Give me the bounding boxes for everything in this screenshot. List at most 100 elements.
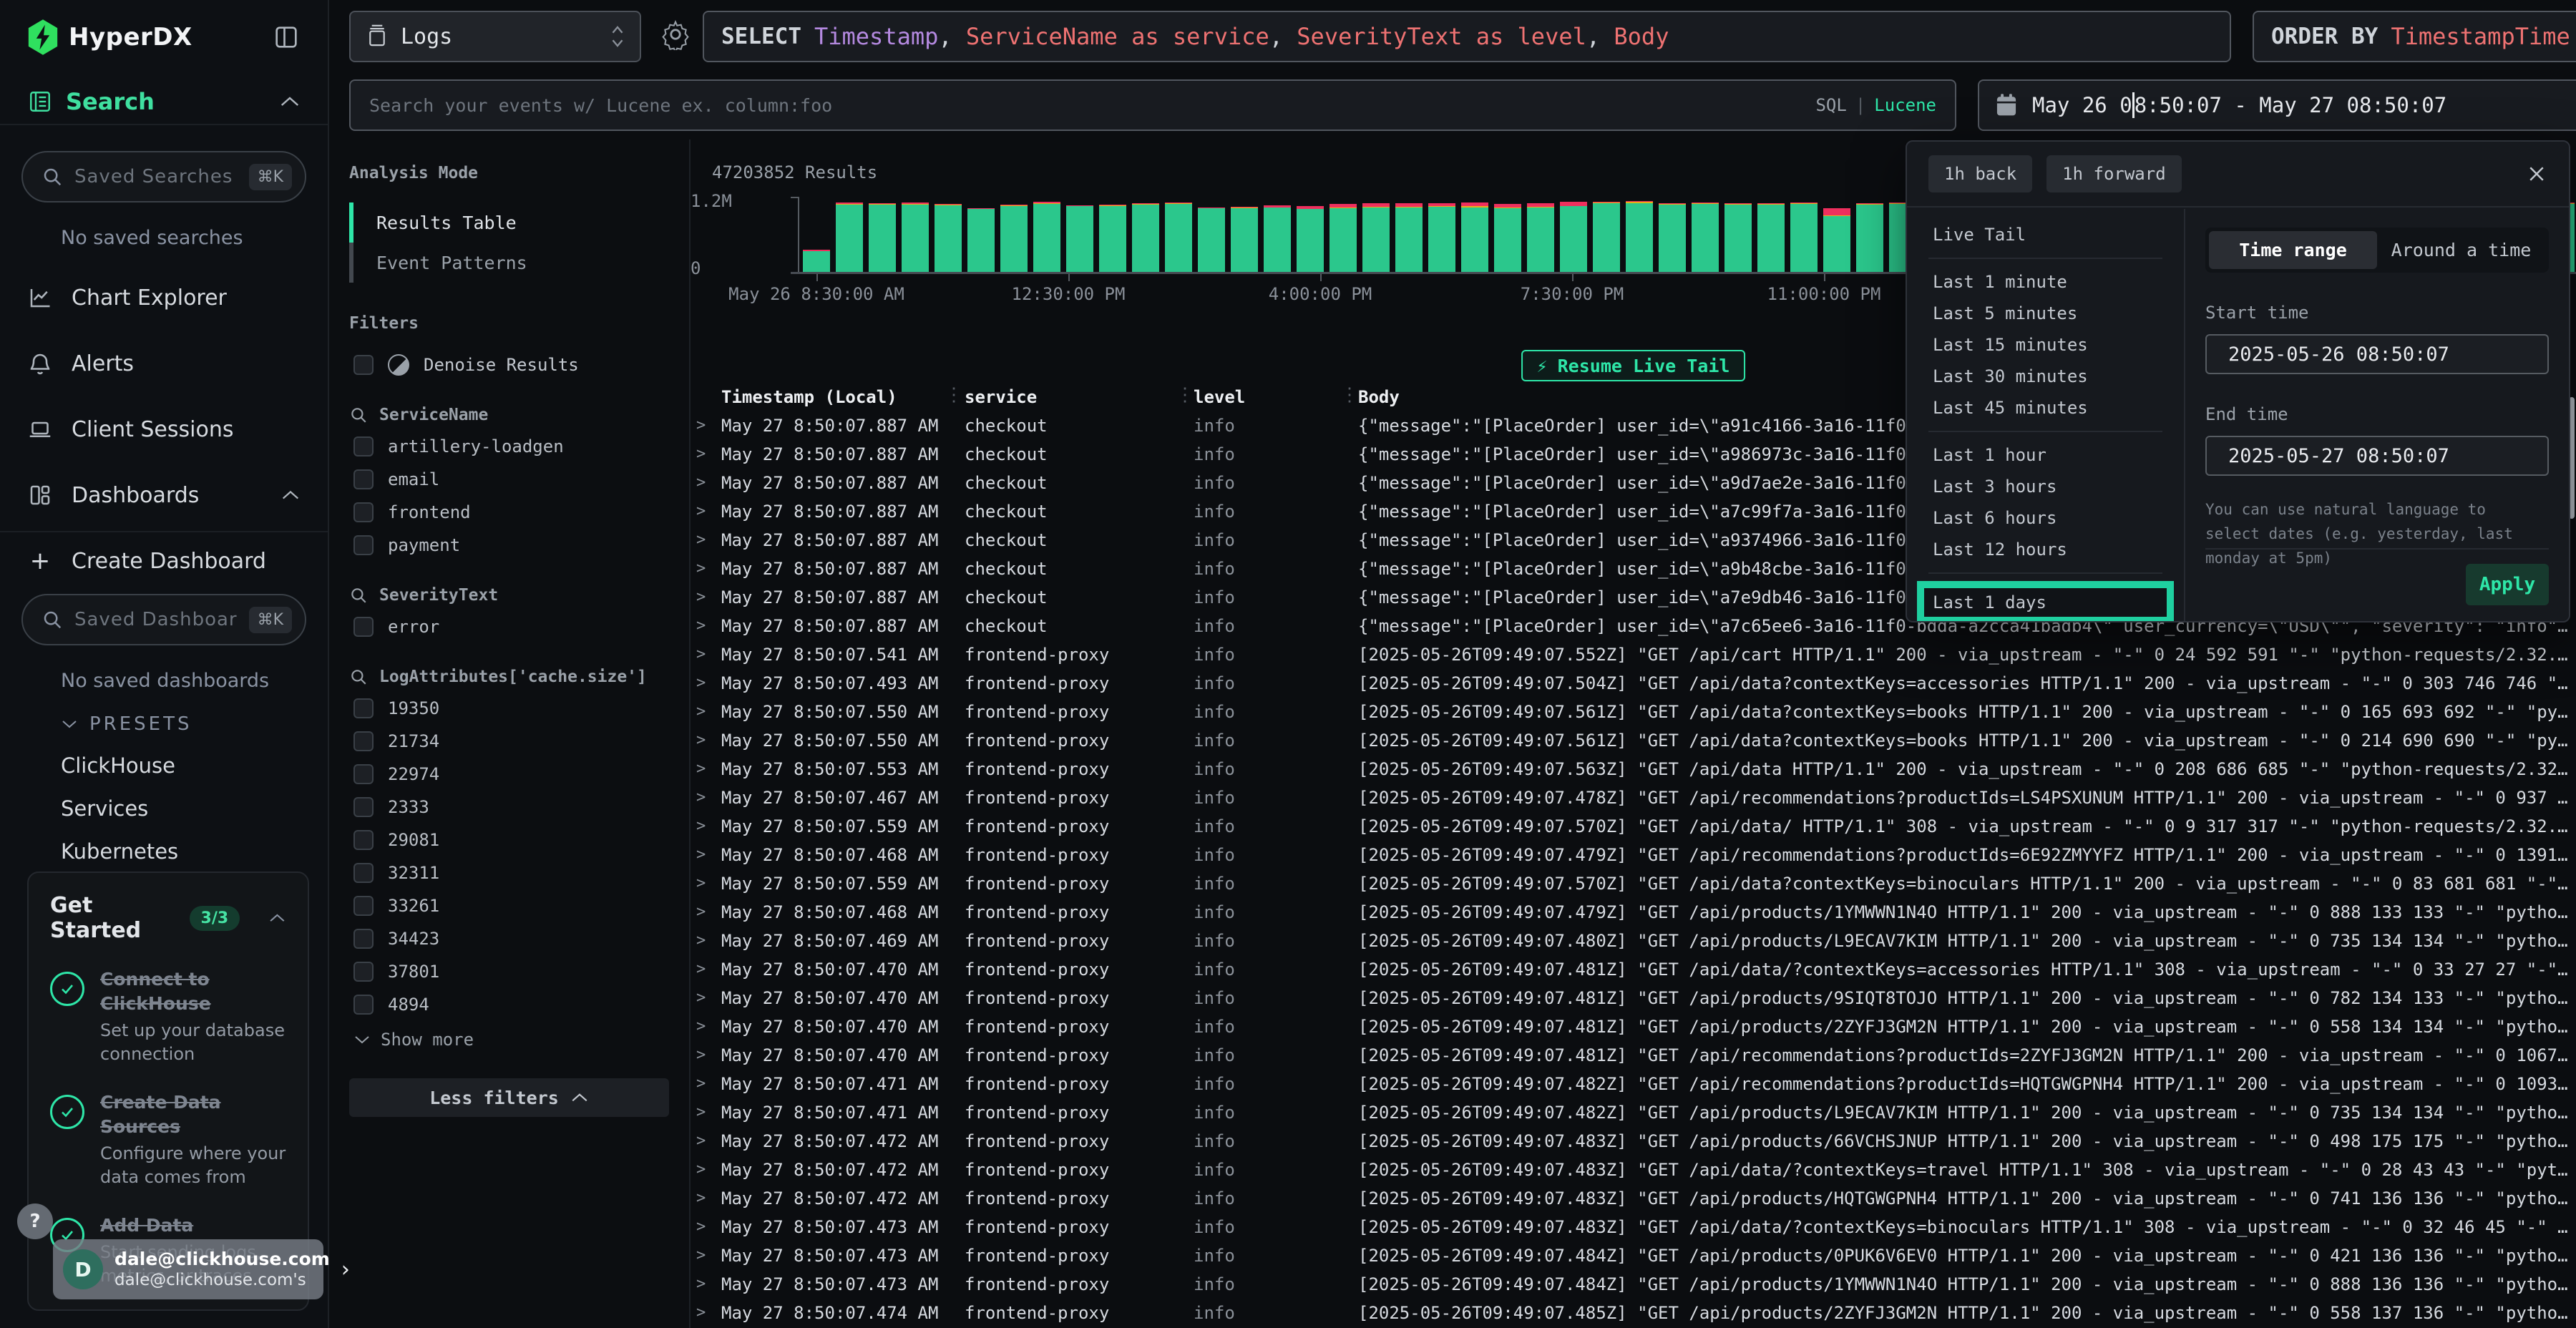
histogram-bar[interactable] [1856, 203, 1883, 272]
chevron-up-icon[interactable] [279, 95, 301, 108]
create-dashboard-button[interactable]: + Create Dashboard [0, 532, 328, 590]
get-started-item[interactable]: Create Data SourcesConfigure where your … [50, 1090, 286, 1189]
filter-option[interactable]: error [349, 616, 669, 638]
row-expand-icon[interactable]: > [691, 1012, 711, 1041]
end-time-input[interactable]: 2025-05-27 08:50:07 [2205, 436, 2549, 476]
filter-option[interactable]: payment [349, 534, 669, 556]
row-expand-icon[interactable]: > [691, 755, 711, 783]
histogram-bar[interactable] [1560, 202, 1587, 272]
analysis-mode-tab-results-table[interactable]: Results Table [349, 202, 669, 243]
row-expand-icon[interactable]: > [691, 1299, 711, 1327]
row-expand-icon[interactable]: > [691, 440, 711, 469]
sidebar-item-preset[interactable]: ClickHouse [61, 753, 328, 778]
saved-searches-input[interactable]: Saved Searches ⌘K [21, 151, 306, 202]
histogram-bar[interactable] [967, 208, 995, 272]
checkbox[interactable] [353, 617, 374, 637]
table-row[interactable]: >May 27 8:50:07.470 AMfrontend-proxyinfo… [691, 1012, 2576, 1041]
filter-option[interactable]: artillery-loadgen [349, 436, 669, 457]
analysis-mode-tab-event-patterns[interactable]: Event Patterns [349, 243, 669, 283]
table-row[interactable]: >May 27 8:50:07.550 AMfrontend-proxyinfo… [691, 726, 2576, 755]
apply-button[interactable]: Apply [2466, 564, 2549, 605]
histogram-bar[interactable] [902, 202, 929, 272]
checkbox[interactable] [353, 436, 374, 456]
row-expand-icon[interactable]: > [691, 898, 711, 927]
table-row[interactable]: >May 27 8:50:07.541 AMfrontend-proxyinfo… [691, 640, 2576, 669]
table-row[interactable]: >May 27 8:50:07.467 AMfrontend-proxyinfo… [691, 783, 2576, 812]
quick-range-last-30-minutes[interactable]: Last 30 minutes [1907, 361, 2184, 392]
checkbox[interactable] [353, 731, 374, 751]
quick-range-last-3-hours[interactable]: Last 3 hours [1907, 471, 2184, 502]
table-row[interactable]: >May 27 8:50:07.469 AMfrontend-proxyinfo… [691, 927, 2576, 955]
histogram-bar[interactable] [1527, 203, 1554, 272]
filter-group-header[interactable]: SeverityText [349, 586, 669, 605]
denoise-results-toggle[interactable]: Denoise Results [349, 354, 669, 376]
filter-option[interactable]: 19350 [349, 698, 669, 719]
checkbox[interactable] [353, 698, 374, 718]
source-settings-gear-icon[interactable] [660, 19, 691, 50]
filter-option[interactable]: 4894 [349, 994, 669, 1015]
table-row[interactable]: >May 27 8:50:07.470 AMfrontend-proxyinfo… [691, 1041, 2576, 1070]
histogram-bar[interactable] [1000, 205, 1028, 272]
checkbox[interactable] [353, 863, 374, 883]
row-expand-icon[interactable]: > [691, 1041, 711, 1070]
table-row[interactable]: >May 27 8:50:07.473 AMfrontend-proxyinfo… [691, 1213, 2576, 1241]
histogram-bar[interactable] [1264, 205, 1291, 272]
histogram-bar[interactable] [1494, 204, 1521, 272]
table-row[interactable]: >May 27 8:50:07.468 AMfrontend-proxyinfo… [691, 841, 2576, 869]
quick-range-last-1-minute[interactable]: Last 1 minute [1907, 266, 2184, 298]
row-expand-icon[interactable]: > [691, 1241, 711, 1270]
filter-group-header[interactable]: LogAttributes['cache.size'] [349, 668, 669, 686]
table-row[interactable]: >May 27 8:50:07.559 AMfrontend-proxyinfo… [691, 869, 2576, 898]
row-expand-icon[interactable]: > [691, 411, 711, 440]
filter-option[interactable]: 29081 [349, 829, 669, 851]
filter-option[interactable]: 34423 [349, 928, 669, 949]
checkbox[interactable] [353, 469, 374, 489]
row-expand-icon[interactable]: > [691, 1270, 711, 1299]
sidebar-item-preset[interactable]: Kubernetes [61, 839, 328, 864]
row-expand-icon[interactable]: > [691, 555, 711, 583]
checkbox[interactable] [353, 929, 374, 949]
quick-range-last-45-minutes[interactable]: Last 45 minutes [1907, 392, 2184, 424]
row-expand-icon[interactable]: > [691, 869, 711, 898]
sidebar-item-preset[interactable]: Services [61, 796, 328, 821]
col-header-level[interactable]: level [1186, 383, 1355, 411]
table-row[interactable]: >May 27 8:50:07.474 AMfrontend-proxyinfo… [691, 1299, 2576, 1327]
presets-header[interactable]: PRESETS [61, 713, 328, 735]
date-range-input[interactable]: May 26 08:50:07 - May 27 08:50:07 d [1978, 79, 2576, 131]
filter-option[interactable]: frontend [349, 502, 669, 523]
chevron-up-icon[interactable] [268, 912, 286, 924]
histogram-bar[interactable] [1165, 202, 1192, 272]
table-row[interactable]: >May 27 8:50:07.559 AMfrontend-proxyinfo… [691, 812, 2576, 841]
resume-live-tail-button[interactable]: ⚡ Resume Live Tail [1521, 350, 1746, 381]
row-expand-icon[interactable]: > [691, 1184, 711, 1213]
checkbox[interactable] [353, 535, 374, 555]
histogram-bar[interactable] [1626, 201, 1653, 272]
filter-option[interactable]: 22974 [349, 763, 669, 785]
row-expand-icon[interactable]: > [691, 698, 711, 726]
shift-forward-button[interactable]: 1h forward [2046, 155, 2182, 192]
checkbox[interactable] [353, 764, 374, 784]
table-row[interactable]: >May 27 8:50:07.472 AMfrontend-proxyinfo… [691, 1127, 2576, 1156]
checkbox[interactable] [353, 830, 374, 850]
filter-option[interactable]: email [349, 469, 669, 490]
row-expand-icon[interactable]: > [691, 1156, 711, 1184]
filter-option[interactable]: 33261 [349, 895, 669, 917]
sidebar-item-dashboards[interactable]: Dashboards [0, 462, 328, 528]
checkbox[interactable] [353, 962, 374, 982]
histogram-bar[interactable] [1724, 203, 1752, 272]
table-row[interactable]: >May 27 8:50:07.468 AMfrontend-proxyinfo… [691, 898, 2576, 927]
table-row[interactable]: >May 27 8:50:07.473 AMfrontend-proxyinfo… [691, 1241, 2576, 1270]
row-expand-icon[interactable]: > [691, 841, 711, 869]
checkbox[interactable] [353, 502, 374, 522]
collapse-sidebar-icon[interactable] [272, 23, 301, 52]
row-expand-icon[interactable]: > [691, 497, 711, 526]
shift-back-button[interactable]: 1h back [1928, 155, 2032, 192]
histogram-bar[interactable] [1790, 202, 1818, 272]
column-resize-handle[interactable]: ⋮ [945, 384, 963, 406]
histogram-bar[interactable] [803, 250, 830, 272]
start-time-input[interactable]: 2025-05-26 08:50:07 [2205, 334, 2549, 374]
show-more-button[interactable]: Show more [349, 1030, 669, 1050]
column-resize-handle[interactable]: ⋮ [1340, 384, 1359, 406]
user-menu[interactable]: D dale@clickhouse.com dale@clickhouse.co… [53, 1239, 323, 1299]
table-row[interactable]: >May 27 8:50:07.470 AMfrontend-proxyinfo… [691, 955, 2576, 984]
